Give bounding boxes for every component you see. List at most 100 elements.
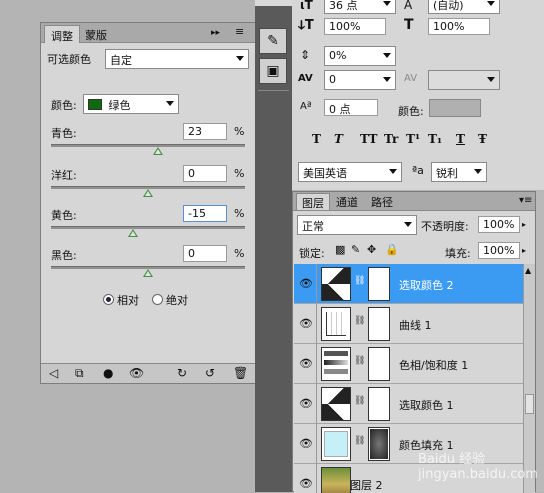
text-color-swatch[interactable] <box>429 99 481 117</box>
layer-thumbnail-selective-color <box>321 387 351 421</box>
tool-strip: ✎ ▣ <box>255 0 292 492</box>
color-select[interactable]: 绿色 <box>83 94 179 114</box>
percent-label: % <box>234 167 245 180</box>
antialias-select[interactable]: 锐利 <box>431 162 487 182</box>
chain-link-icon[interactable]: ⛓ <box>354 316 365 326</box>
kerning-select[interactable]: 0 <box>324 70 396 90</box>
tracking-select[interactable] <box>428 70 500 90</box>
visibility-eye-icon[interactable]: 👁 <box>299 437 313 450</box>
layer-row[interactable]: 👁 ⛓ 选取颜色 1 <box>294 384 523 424</box>
slider-value-input[interactable]: -15 <box>183 205 227 222</box>
vertical-scale-input[interactable]: 100% <box>324 18 386 35</box>
trash-icon[interactable]: 🗑 <box>233 366 248 380</box>
leading-select[interactable]: (自动) <box>428 0 500 14</box>
text-style-button[interactable]: T <box>456 132 465 146</box>
fill-flyout-icon[interactable]: ▸ <box>522 244 526 258</box>
layer-mask-thumbnail[interactable] <box>368 387 390 421</box>
absolute-radio[interactable] <box>152 294 163 305</box>
layer-mask-thumbnail[interactable] <box>368 307 390 341</box>
language-select[interactable]: 美国英语 <box>298 162 402 182</box>
lock-transparent-icon[interactable]: ▩ <box>335 243 345 257</box>
slider-value-input[interactable]: 0 <box>183 165 227 182</box>
tracking-icon: AV <box>404 73 418 84</box>
chain-link-icon[interactable]: ⛓ <box>354 356 365 366</box>
tsume-select[interactable]: 0% <box>324 46 396 66</box>
chain-link-icon[interactable]: ⛓ <box>354 396 365 406</box>
brush-tool-icon[interactable]: ✎ <box>259 28 287 54</box>
text-style-button[interactable]: Tr <box>384 132 398 146</box>
slider-label: 黄色: <box>51 209 77 222</box>
chain-link-icon[interactable]: ⛓ <box>354 436 365 446</box>
view-previous-icon[interactable]: ↻ <box>177 366 187 380</box>
text-style-button[interactable]: TT <box>360 132 377 146</box>
slider-value-input[interactable]: 23 <box>183 123 227 140</box>
panel-menu-icon[interactable]: ▾≡ <box>519 194 532 208</box>
slider-thumb[interactable] <box>143 269 153 277</box>
scroll-thumb[interactable] <box>525 394 534 414</box>
blend-mode-select[interactable]: 正常 <box>297 215 417 235</box>
layer-mask-thumbnail[interactable] <box>368 267 390 301</box>
row-divider <box>316 424 317 464</box>
lock-image-brush-icon[interactable]: ✎ <box>351 243 360 257</box>
slider-label: 黑色: <box>51 249 77 262</box>
lock-all-icon[interactable]: 🔒 <box>385 243 399 257</box>
slider-thumb[interactable] <box>143 189 153 197</box>
text-style-button[interactable]: Ŧ <box>478 132 487 146</box>
visibility-eye-icon[interactable]: 👁 <box>299 317 313 330</box>
slider-value-input[interactable]: 0 <box>183 245 227 262</box>
layer-row[interactable]: 👁 ⛓ 色相/饱和度 1 <box>294 344 523 384</box>
baseline-shift-input[interactable]: 0 点 <box>324 99 378 116</box>
layer-name: 图层 2 <box>350 479 383 492</box>
leading-icon: A <box>404 0 413 12</box>
relative-radio[interactable] <box>103 294 114 305</box>
fill-input[interactable]: 100% <box>478 242 520 259</box>
visibility-eye-icon[interactable]: 👁 <box>299 277 313 290</box>
back-arrow-icon[interactable]: ◁ <box>49 366 58 380</box>
layer-row[interactable]: 👁 ⛓ 选取颜色 2 <box>294 264 523 304</box>
clone-tool-icon[interactable]: ▣ <box>259 58 287 84</box>
slider-track[interactable] <box>51 144 245 147</box>
opacity-input[interactable]: 100% <box>478 216 520 233</box>
collapse-icon[interactable]: ▸▸ <box>211 26 220 40</box>
font-size-select[interactable]: 36 点 <box>324 0 396 14</box>
visibility-eye-icon[interactable]: 👁 <box>299 397 313 410</box>
baseline-shift-icon: Aª <box>300 101 312 112</box>
kerning-icon: AV <box>298 73 313 84</box>
layer-thumbnail-curves <box>321 307 351 341</box>
tab-masks[interactable]: 蒙版 <box>79 25 113 43</box>
text-style-button[interactable]: T <box>312 132 321 146</box>
slider-thumb[interactable] <box>128 229 139 237</box>
layer-thumbnail-hue-saturation <box>321 347 351 381</box>
text-style-button[interactable]: T¹ <box>406 132 420 146</box>
slider-thumb[interactable] <box>152 147 163 155</box>
text-style-button[interactable]: T <box>334 132 343 146</box>
slider-label: 青色: <box>51 127 77 140</box>
layer-name: 色相/饱和度 1 <box>399 359 469 372</box>
tab-adjustments[interactable]: 调整 <box>44 25 80 43</box>
visibility-eye-icon[interactable]: 👁 <box>299 357 313 370</box>
slider-track[interactable] <box>51 226 245 229</box>
scroll-up-icon[interactable]: ▲ <box>525 266 531 275</box>
slider-label: 洋红: <box>51 169 77 182</box>
panel-menu-icon[interactable]: ≡ <box>235 25 244 39</box>
reset-icon[interactable]: ↺ <box>205 366 215 380</box>
visibility-eye-icon[interactable]: 👁 <box>129 366 144 380</box>
tab-channels[interactable]: 通道 <box>331 193 363 210</box>
expand-view-icon[interactable]: ⧉ <box>75 366 84 380</box>
strip-divider <box>258 90 289 91</box>
layer-mask-thumbnail[interactable] <box>368 427 390 461</box>
preset-select[interactable]: 自定 <box>105 49 249 69</box>
chain-link-icon[interactable]: ⛓ <box>354 276 365 286</box>
clip-layer-icon[interactable]: ● <box>103 366 113 380</box>
layer-name: 选取颜色 2 <box>399 279 454 292</box>
layer-row[interactable]: 👁 ⛓ 曲线 1 <box>294 304 523 344</box>
lock-position-move-icon[interactable]: ✥ <box>367 243 376 257</box>
horizontal-scale-input[interactable]: 100% <box>428 18 490 35</box>
text-style-button[interactable]: T₁ <box>428 132 442 146</box>
layers-tabbar: 图层 通道 路径 ▾≡ <box>293 192 535 211</box>
tab-layers[interactable]: 图层 <box>296 193 330 210</box>
opacity-flyout-icon[interactable]: ▸ <box>522 218 526 232</box>
tab-paths[interactable]: 路径 <box>366 193 398 210</box>
visibility-eye-icon[interactable]: 👁 <box>299 477 313 490</box>
layer-mask-thumbnail[interactable] <box>368 347 390 381</box>
